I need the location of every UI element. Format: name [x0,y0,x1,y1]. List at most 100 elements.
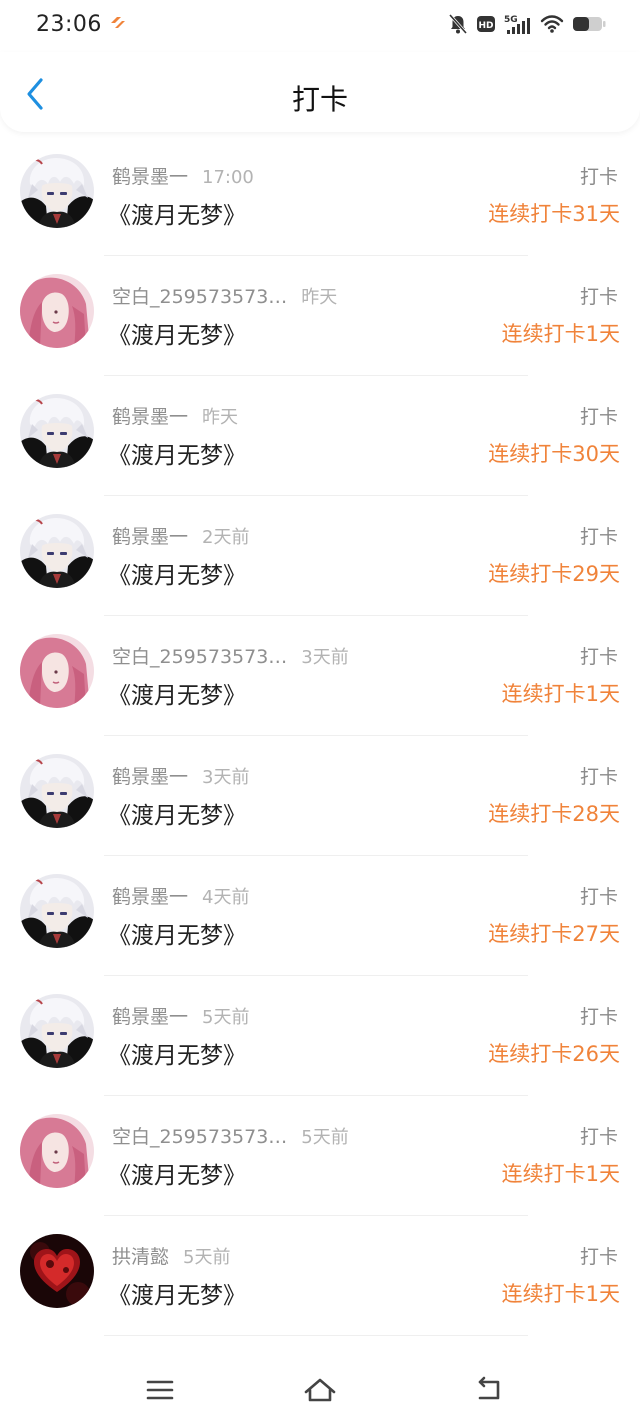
avatar[interactable] [20,994,94,1068]
username[interactable]: 鹤景墨一 [112,526,188,548]
checkin-type: 打卡 [579,1126,618,1148]
username[interactable]: 空白_259573573… [112,286,287,308]
avatar[interactable] [20,874,94,948]
avatar[interactable] [20,634,94,708]
checkin-row[interactable]: 鹤景墨一 3天前《渡月无梦》 打卡连续打卡28天 [0,736,640,856]
avatar[interactable] [20,274,94,348]
username[interactable]: 拱清懿 [112,1246,169,1268]
checkin-type: 打卡 [579,1246,618,1268]
streak-label: 连续打卡1天 [501,322,620,346]
timestamp: 5天前 [183,1247,231,1268]
hd-icon: HD [476,14,496,34]
checkin-row[interactable]: 空白_259573573… 3天前《渡月无梦》 打卡连续打卡1天 [0,616,640,736]
streak-label: 连续打卡26天 [488,1042,620,1066]
book-title[interactable]: 《渡月无梦》 [108,556,246,590]
checkin-type: 打卡 [579,646,618,668]
timestamp: 昨天 [202,407,239,428]
mute-icon [448,13,468,35]
user-meta: 空白_259573573… 昨天 [112,282,337,309]
timestamp: 2天前 [202,527,250,548]
checkin-type: 打卡 [579,766,618,788]
avatar[interactable] [20,754,94,828]
menu-icon [146,1380,174,1400]
back-icon [478,1376,500,1400]
user-meta: 空白_259573573… 3天前 [112,642,349,669]
streak-label: 连续打卡1天 [501,1162,620,1186]
svg-text:HD: HD [478,21,493,31]
user-meta: 鹤景墨一 17:00 [112,162,254,189]
checkin-type: 打卡 [579,406,618,428]
svg-text:5G: 5G [504,15,518,25]
book-title[interactable]: 《渡月无梦》 [108,316,246,350]
username[interactable]: 鹤景墨一 [112,406,188,428]
home-icon [304,1378,336,1402]
avatar[interactable] [20,154,94,228]
nav-back-button[interactable] [468,1372,508,1408]
checkin-type: 打卡 [579,886,618,908]
avatar[interactable] [20,1114,94,1188]
wifi-icon [540,14,564,34]
checkin-row[interactable]: 空白_259573573… 昨天《渡月无梦》 打卡连续打卡1天 [0,256,640,376]
checkin-row[interactable]: 鹤景墨一 17:00 《渡月无梦》 打卡连续打卡31天 [0,136,640,256]
book-title[interactable]: 《渡月无梦》 [108,436,246,470]
timestamp: 3天前 [301,647,349,668]
book-title[interactable]: 《渡月无梦》 [108,1276,246,1310]
checkin-type: 打卡 [579,1006,618,1028]
app-header: 打卡 [0,52,640,132]
streak-label: 连续打卡27天 [488,922,620,946]
username[interactable]: 空白_259573573… [112,1126,287,1148]
book-title[interactable]: 《渡月无梦》 [108,1156,246,1190]
checkin-row[interactable]: 鹤景墨一 2天前《渡月无梦》 打卡连续打卡29天 [0,496,640,616]
username[interactable]: 鹤景墨一 [112,886,188,908]
page-title: 打卡 [291,83,348,116]
book-title[interactable]: 《渡月无梦》 [108,916,246,950]
user-meta: 鹤景墨一 昨天 [112,402,238,429]
system-nav-bar [0,1352,640,1427]
checkin-row[interactable]: 鹤景墨一 5天前《渡月无梦》 打卡连续打卡26天 [0,976,640,1096]
username[interactable]: 鹤景墨一 [112,166,188,188]
user-meta: 鹤景墨一 2天前 [112,522,249,549]
checkin-row[interactable]: 鹤景墨一 4天前《渡月无梦》 打卡连续打卡27天 [0,856,640,976]
timestamp: 5天前 [202,1007,250,1028]
row-divider [104,1335,528,1336]
checkin-type: 打卡 [579,286,618,308]
streak-label: 连续打卡31天 [488,202,620,226]
book-title[interactable]: 《渡月无梦》 [108,796,246,830]
streak-label: 连续打卡30天 [488,442,620,466]
checkin-row[interactable]: 拱清懿 5天前《渡月无梦》 打卡连续打卡1天 [0,1216,640,1336]
status-time: 23:06 [36,12,102,37]
checkin-row[interactable]: 鹤景墨一 昨天《渡月无梦》 打卡连续打卡30天 [0,376,640,496]
menu-button[interactable] [140,1372,180,1408]
avatar[interactable] [20,394,94,468]
status-bar: 23:06 HD 5G [0,0,640,52]
user-meta: 鹤景墨一 3天前 [112,762,249,789]
username[interactable]: 鹤景墨一 [112,1006,188,1028]
streak-label: 连续打卡1天 [501,1282,620,1306]
user-meta: 鹤景墨一 5天前 [112,1002,249,1029]
status-icons: HD 5G [448,13,606,35]
user-meta: 鹤景墨一 4天前 [112,882,249,909]
timestamp: 4天前 [202,887,250,908]
avatar[interactable] [20,514,94,588]
timestamp: 3天前 [202,767,250,788]
5g-signal-icon: 5G [504,13,532,35]
streak-label: 连续打卡29天 [488,562,620,586]
streak-label: 连续打卡28天 [488,802,620,826]
book-title[interactable]: 《渡月无梦》 [108,676,246,710]
streak-label: 连续打卡1天 [501,682,620,706]
home-button[interactable] [300,1372,340,1408]
user-meta: 空白_259573573… 5天前 [112,1122,349,1149]
user-meta: 拱清懿 5天前 [112,1242,230,1269]
book-title[interactable]: 《渡月无梦》 [108,1036,246,1070]
timestamp: 昨天 [301,287,338,308]
brand-icon [108,14,128,34]
avatar[interactable] [20,1234,94,1308]
book-title[interactable]: 《渡月无梦》 [108,196,246,230]
checkin-type: 打卡 [579,166,618,188]
timestamp: 5天前 [301,1127,349,1148]
checkin-row[interactable]: 空白_259573573… 5天前《渡月无梦》 打卡连续打卡1天 [0,1096,640,1216]
checkin-list: 鹤景墨一 17:00 《渡月无梦》 打卡 连续打卡31天 空白_259573573… 昨天《… [0,136,640,1336]
checkin-type: 打卡 [579,526,618,548]
username[interactable]: 鹤景墨一 [112,766,188,788]
username[interactable]: 空白_259573573… [112,646,287,668]
